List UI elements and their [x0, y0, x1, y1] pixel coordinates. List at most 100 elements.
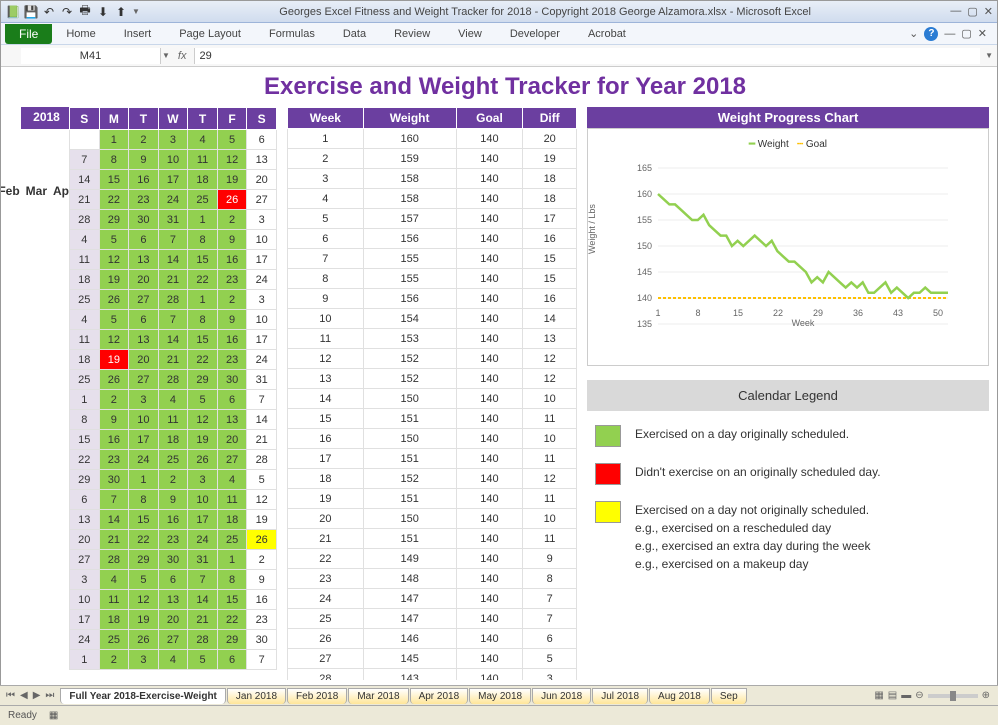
- calendar-cell[interactable]: 23: [247, 610, 277, 630]
- calendar-cell[interactable]: 3: [129, 390, 159, 410]
- table-row[interactable]: 1215214012: [288, 349, 577, 369]
- calendar-cell[interactable]: 2: [99, 650, 129, 670]
- calendar-cell[interactable]: 15: [188, 250, 218, 270]
- calendar-cell[interactable]: 27: [70, 550, 100, 570]
- calendar-cell[interactable]: 23: [217, 350, 247, 370]
- calendar-cell[interactable]: 16: [217, 330, 247, 350]
- calendar-cell[interactable]: 13: [158, 590, 188, 610]
- calendar-cell[interactable]: 24: [188, 530, 218, 550]
- table-row[interactable]: 1915114011: [288, 489, 577, 509]
- calendar-cell[interactable]: 17: [188, 510, 218, 530]
- calendar-cell[interactable]: 22: [99, 190, 129, 210]
- print-icon[interactable]: 🖶: [77, 4, 93, 20]
- calendar-cell[interactable]: 6: [217, 650, 247, 670]
- view-layout-icon[interactable]: ▤: [888, 690, 897, 701]
- calendar-cell[interactable]: 5: [99, 230, 129, 250]
- calendar-cell[interactable]: 4: [99, 570, 129, 590]
- calendar-cell[interactable]: 12: [217, 150, 247, 170]
- calendar-cell[interactable]: 12: [188, 410, 218, 430]
- calendar-cell[interactable]: 12: [247, 490, 277, 510]
- calendar-cell[interactable]: 3: [129, 650, 159, 670]
- calendar-cell[interactable]: 28: [99, 550, 129, 570]
- calendar-cell[interactable]: 13: [129, 330, 159, 350]
- calendar-cell[interactable]: 23: [129, 190, 159, 210]
- calendar-cell[interactable]: 22: [70, 450, 100, 470]
- help-icon[interactable]: ?: [924, 27, 938, 41]
- calendar-cell[interactable]: 23: [99, 450, 129, 470]
- view-break-icon[interactable]: ▬: [901, 690, 911, 701]
- table-row[interactable]: 231481408: [288, 569, 577, 589]
- calendar-cell[interactable]: 7: [99, 490, 129, 510]
- calendar-cell[interactable]: 3: [247, 290, 277, 310]
- calendar-cell[interactable]: 21: [99, 530, 129, 550]
- calendar-cell[interactable]: 16: [247, 590, 277, 610]
- calendar-cell[interactable]: 21: [70, 190, 100, 210]
- table-row[interactable]: 2115114011: [288, 529, 577, 549]
- table-row[interactable]: 116014020: [288, 129, 577, 149]
- calendar-cell[interactable]: 11: [217, 490, 247, 510]
- table-row[interactable]: 1415014010: [288, 389, 577, 409]
- calendar-cell[interactable]: 30: [247, 630, 277, 650]
- zoom-slider[interactable]: [928, 694, 978, 698]
- calendar-cell[interactable]: 13: [247, 150, 277, 170]
- calendar-cell[interactable]: 19: [99, 270, 129, 290]
- calendar-cell[interactable]: 20: [158, 610, 188, 630]
- ribbon-tab[interactable]: View: [444, 25, 496, 43]
- worksheet[interactable]: Exercise and Weight Tracker for Year 201…: [1, 67, 997, 680]
- calendar-cell[interactable]: 8: [188, 310, 218, 330]
- calendar-cell[interactable]: 11: [188, 150, 218, 170]
- calendar-cell[interactable]: 24: [129, 450, 159, 470]
- calendar-cell[interactable]: 4: [217, 470, 247, 490]
- calendar-cell[interactable]: [70, 130, 100, 150]
- calendar-cell[interactable]: 18: [99, 610, 129, 630]
- table-row[interactable]: 271451405: [288, 649, 577, 669]
- calendar-cell[interactable]: 9: [129, 150, 159, 170]
- calendar-cell[interactable]: 14: [247, 410, 277, 430]
- calendar-cell[interactable]: 4: [70, 230, 100, 250]
- calendar-cell[interactable]: 10: [158, 150, 188, 170]
- calendar-cell[interactable]: 2: [217, 210, 247, 230]
- calendar-cell[interactable]: 8: [188, 230, 218, 250]
- calendar-cell[interactable]: 22: [129, 530, 159, 550]
- calendar-cell[interactable]: 17: [129, 430, 159, 450]
- calendar-cell[interactable]: 22: [217, 610, 247, 630]
- table-row[interactable]: 1715114011: [288, 449, 577, 469]
- calendar-cell[interactable]: 10: [188, 490, 218, 510]
- calendar-cell[interactable]: 30: [99, 470, 129, 490]
- calendar-cell[interactable]: 20: [129, 270, 159, 290]
- sort-icon[interactable]: ⬇: [95, 4, 111, 20]
- name-box-dropdown-icon[interactable]: ▼: [162, 51, 170, 60]
- calendar-cell[interactable]: 24: [158, 190, 188, 210]
- calendar-cell[interactable]: 25: [217, 530, 247, 550]
- calendar-cell[interactable]: 5: [99, 310, 129, 330]
- tab-next-icon[interactable]: ▶: [31, 690, 43, 701]
- calendar-cell[interactable]: 31: [188, 550, 218, 570]
- calendar-cell[interactable]: 7: [247, 390, 277, 410]
- table-row[interactable]: 515714017: [288, 209, 577, 229]
- calendar-cell[interactable]: 10: [247, 230, 277, 250]
- calendar-cell[interactable]: 2: [247, 550, 277, 570]
- calendar-cell[interactable]: 26: [217, 190, 247, 210]
- table-row[interactable]: 251471407: [288, 609, 577, 629]
- calendar-cell[interactable]: 1: [217, 550, 247, 570]
- table-row[interactable]: 1815214012: [288, 469, 577, 489]
- calendar-cell[interactable]: 25: [70, 370, 100, 390]
- calendar-cell[interactable]: 21: [188, 610, 218, 630]
- calendar-cell[interactable]: 16: [217, 250, 247, 270]
- calendar-cell[interactable]: 14: [188, 590, 218, 610]
- table-row[interactable]: 1315214012: [288, 369, 577, 389]
- calendar-cell[interactable]: 7: [158, 230, 188, 250]
- ribbon-tab[interactable]: Developer: [496, 25, 574, 43]
- calendar-cell[interactable]: 5: [188, 390, 218, 410]
- calendar-cell[interactable]: 19: [247, 510, 277, 530]
- calendar-cell[interactable]: 31: [158, 210, 188, 230]
- ribbon-tab[interactable]: Acrobat: [574, 25, 640, 43]
- calendar-cell[interactable]: 5: [188, 650, 218, 670]
- calendar-cell[interactable]: 15: [188, 330, 218, 350]
- calendar-cell[interactable]: 15: [129, 510, 159, 530]
- calendar-cell[interactable]: 5: [247, 470, 277, 490]
- calendar-cell[interactable]: 15: [99, 170, 129, 190]
- calendar-cell[interactable]: 27: [129, 370, 159, 390]
- calendar-cell[interactable]: 6: [247, 130, 277, 150]
- sheet-tab[interactable]: Full Year 2018-Exercise-Weight: [60, 688, 225, 704]
